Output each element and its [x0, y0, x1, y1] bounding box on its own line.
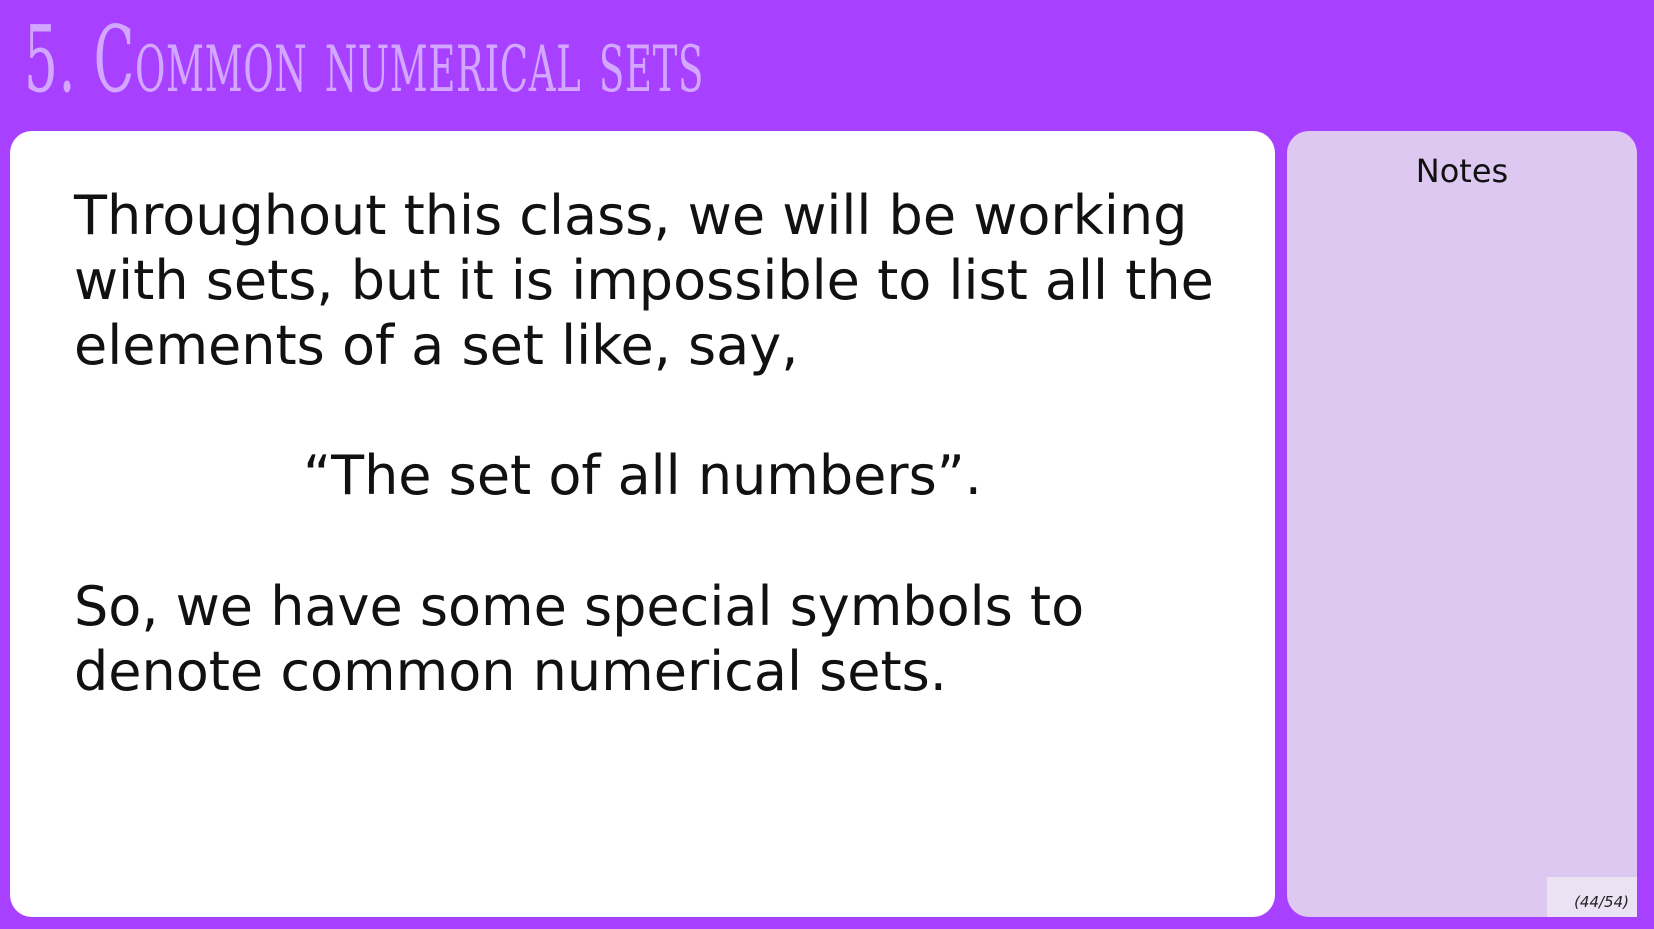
- notes-title: Notes: [1415, 152, 1509, 190]
- notes-panel: Notes: [1287, 131, 1637, 917]
- quoted-example: “The set of all numbers”.: [303, 444, 982, 507]
- page-number-box: (44/54): [1547, 877, 1637, 917]
- closing-paragraph: So, we have some special symbols to deno…: [74, 575, 1085, 703]
- intro-paragraph: Throughout this class, we will be workin…: [74, 184, 1214, 377]
- main-content-panel: Throughout this class, we will be workin…: [10, 131, 1275, 917]
- slide-title: 5. Common numerical sets: [24, 6, 704, 113]
- page-number: (44/54): [1574, 893, 1629, 911]
